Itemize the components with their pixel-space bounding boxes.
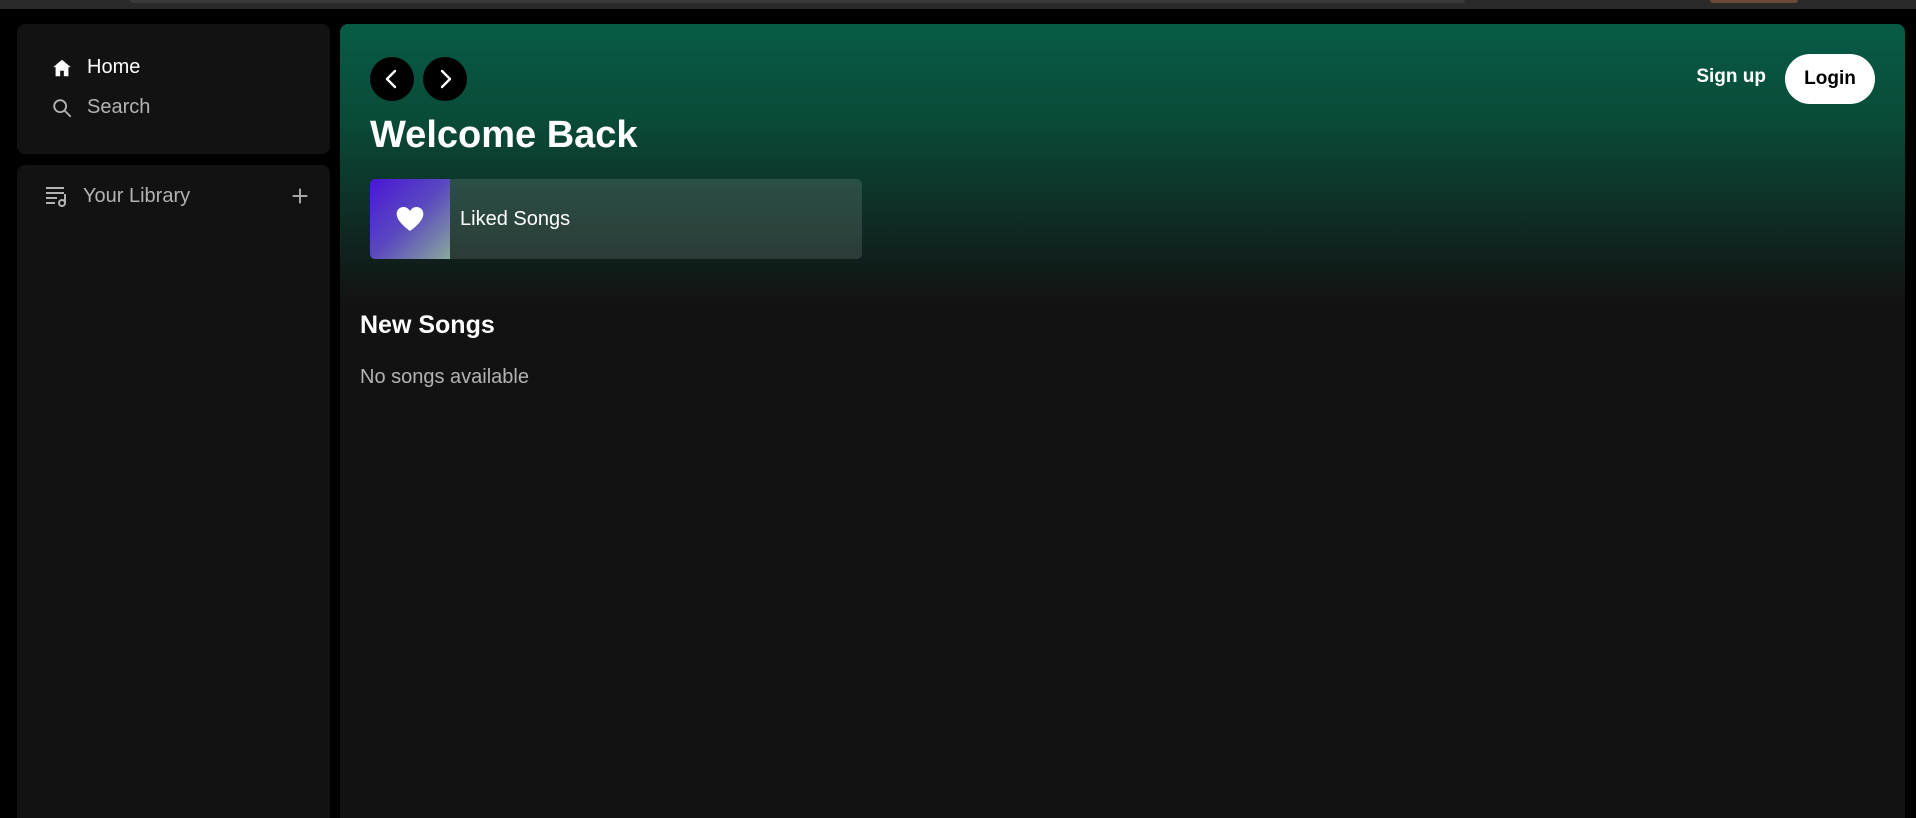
sidebar-item-label: Home [87, 56, 141, 78]
sidebar-item-label: Search [87, 96, 151, 118]
chevron-right-icon [440, 69, 452, 89]
header-gradient [340, 24, 1905, 304]
sidebar-item-search[interactable]: Search [51, 96, 150, 119]
page-title: Welcome Back [370, 114, 638, 156]
plus-icon[interactable] [289, 185, 311, 207]
home-icon [53, 59, 71, 76]
back-button[interactable] [370, 57, 414, 101]
heart-icon [396, 207, 424, 231]
address-bar-edge [130, 0, 1465, 3]
library-label: Your Library [83, 184, 191, 207]
liked-songs-label: Liked Songs [460, 207, 571, 230]
liked-songs-card[interactable]: Liked Songs [370, 179, 862, 259]
signup-button[interactable]: Sign up [1696, 66, 1766, 88]
app-window: Home Search Your Library Sign up Login W… [0, 0, 1916, 818]
browser-top-strip [0, 0, 1916, 9]
library-header: Your Library [43, 182, 311, 210]
empty-state-message: No songs available [360, 366, 529, 388]
sidebar-item-home[interactable]: Home [51, 56, 140, 79]
search-icon [53, 98, 72, 117]
sidebar-library-panel: Your Library [17, 165, 330, 818]
chevron-left-icon [385, 69, 397, 89]
main-content: Sign up Login Welcome Back Liked Songs N… [340, 24, 1905, 818]
forward-button[interactable] [423, 57, 467, 101]
new-songs-heading: New Songs [360, 311, 495, 339]
login-button[interactable]: Login [1785, 54, 1875, 104]
toolbar-pill-edge [1710, 0, 1798, 3]
library-icon [46, 187, 66, 207]
library-toggle[interactable]: Your Library [43, 182, 190, 210]
liked-songs-artwork [370, 179, 450, 259]
sidebar-nav-panel: Home Search [17, 24, 330, 154]
